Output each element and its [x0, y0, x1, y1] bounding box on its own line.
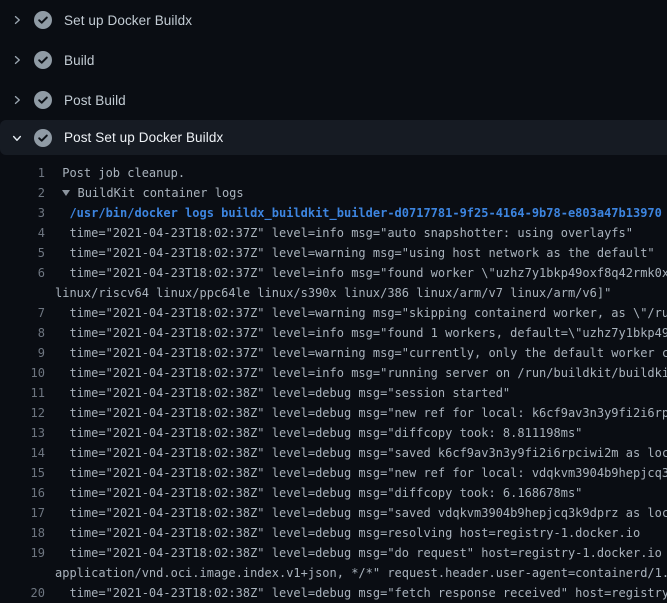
line-number[interactable]: 4	[0, 223, 45, 243]
log-text: time="2021-04-23T18:02:37Z" level=info m…	[55, 366, 667, 380]
line-number[interactable]: 19	[0, 543, 45, 563]
log-text: time="2021-04-23T18:02:37Z" level=warnin…	[55, 306, 667, 320]
log-text: time="2021-04-23T18:02:38Z" level=debug …	[55, 386, 510, 400]
line-number[interactable]: 15	[0, 463, 45, 483]
line-number[interactable]: 3	[0, 203, 45, 223]
line-number[interactable]: 18	[0, 523, 45, 543]
log-text: time="2021-04-23T18:02:38Z" level=debug …	[55, 526, 640, 540]
log-text: time="2021-04-23T18:02:37Z" level=info m…	[55, 326, 667, 340]
log-text: time="2021-04-23T18:02:38Z" level=debug …	[55, 586, 667, 600]
step-label: Post Set up Docker Buildx	[64, 130, 223, 145]
group-expanded-triangle-icon	[62, 190, 70, 196]
log-line[interactable]: 2 BuildKit container logs	[0, 183, 667, 203]
step-row-post-build[interactable]: Post Build	[0, 80, 667, 120]
line-number[interactable]: 10	[0, 363, 45, 383]
log-text: time="2021-04-23T18:02:37Z" level=info m…	[55, 226, 633, 240]
step-row-build[interactable]: Build	[0, 40, 667, 80]
chevron-right-icon	[10, 53, 24, 67]
log-line: 4 time="2021-04-23T18:02:37Z" level=info…	[0, 223, 667, 243]
check-circle-icon	[34, 51, 52, 69]
log-line: application/vnd.oci.image.index.v1+json,…	[0, 563, 667, 583]
line-number[interactable]: 5	[0, 243, 45, 263]
log-text: /usr/bin/docker logs buildx_buildkit_bui…	[55, 206, 662, 220]
log-line: 11 time="2021-04-23T18:02:38Z" level=deb…	[0, 383, 667, 403]
log-text: time="2021-04-23T18:02:37Z" level=info m…	[55, 266, 667, 280]
log-line: 10 time="2021-04-23T18:02:37Z" level=inf…	[0, 363, 667, 383]
log-line: 19 time="2021-04-23T18:02:38Z" level=deb…	[0, 543, 667, 563]
log-group-label: BuildKit container logs	[77, 186, 243, 200]
log-text: Post job cleanup.	[55, 166, 185, 180]
log-line: 7 time="2021-04-23T18:02:37Z" level=warn…	[0, 303, 667, 323]
line-number[interactable]: 17	[0, 503, 45, 523]
chevron-down-icon	[10, 131, 24, 145]
log-line: 17 time="2021-04-23T18:02:38Z" level=deb…	[0, 503, 667, 523]
line-number[interactable]: 11	[0, 383, 45, 403]
log-line: linux/riscv64 linux/ppc64le linux/s390x …	[0, 283, 667, 303]
log-line: 12 time="2021-04-23T18:02:38Z" level=deb…	[0, 403, 667, 423]
log-line: 15 time="2021-04-23T18:02:38Z" level=deb…	[0, 463, 667, 483]
line-number[interactable]: 8	[0, 323, 45, 343]
line-number[interactable]: 12	[0, 403, 45, 423]
log-text: linux/riscv64 linux/ppc64le linux/s390x …	[55, 286, 611, 300]
log-text: time="2021-04-23T18:02:38Z" level=debug …	[55, 506, 667, 520]
chevron-right-icon	[10, 93, 24, 107]
log-line: 1 Post job cleanup.	[0, 163, 667, 183]
line-number[interactable]: 6	[0, 263, 45, 283]
log-line: 13 time="2021-04-23T18:02:38Z" level=deb…	[0, 423, 667, 443]
log-line: 14 time="2021-04-23T18:02:38Z" level=deb…	[0, 443, 667, 463]
log-text: time="2021-04-23T18:02:38Z" level=debug …	[55, 486, 582, 500]
workflow-steps-list: Set up Docker Buildx Build Post Build Po…	[0, 0, 667, 155]
log-line: 18 time="2021-04-23T18:02:38Z" level=deb…	[0, 523, 667, 543]
log-line: 20 time="2021-04-23T18:02:38Z" level=deb…	[0, 583, 667, 603]
log-text: application/vnd.oci.image.index.v1+json,…	[55, 566, 667, 580]
step-row-post-set-up-docker-buildx[interactable]: Post Set up Docker Buildx	[0, 120, 667, 155]
step-label: Post Build	[64, 93, 126, 108]
line-number[interactable]: 7	[0, 303, 45, 323]
step-label: Build	[64, 53, 95, 68]
line-number[interactable]: 2	[0, 183, 45, 203]
line-number[interactable]: 14	[0, 443, 45, 463]
log-text: time="2021-04-23T18:02:38Z" level=debug …	[55, 466, 667, 480]
check-circle-icon	[34, 91, 52, 109]
log-lines: 1 Post job cleanup.2 BuildKit container …	[0, 155, 667, 603]
log-text: time="2021-04-23T18:02:37Z" level=warnin…	[55, 346, 667, 360]
line-number[interactable]: 13	[0, 423, 45, 443]
log-text: time="2021-04-23T18:02:37Z" level=warnin…	[55, 246, 655, 260]
log-text: time="2021-04-23T18:02:38Z" level=debug …	[55, 406, 667, 420]
log-text: time="2021-04-23T18:02:38Z" level=debug …	[55, 426, 582, 440]
line-number[interactable]: 9	[0, 343, 45, 363]
log-line: 9 time="2021-04-23T18:02:37Z" level=warn…	[0, 343, 667, 363]
log-line: 5 time="2021-04-23T18:02:37Z" level=warn…	[0, 243, 667, 263]
log-text: time="2021-04-23T18:02:38Z" level=debug …	[55, 546, 667, 560]
step-label: Set up Docker Buildx	[64, 13, 192, 28]
check-circle-icon	[34, 11, 52, 29]
log-line: 16 time="2021-04-23T18:02:38Z" level=deb…	[0, 483, 667, 503]
log-line: 6 time="2021-04-23T18:02:37Z" level=info…	[0, 263, 667, 283]
check-circle-icon	[34, 129, 52, 147]
chevron-right-icon	[10, 13, 24, 27]
line-number[interactable]: 1	[0, 163, 45, 183]
line-number[interactable]: 20	[0, 583, 45, 603]
log-text: time="2021-04-23T18:02:38Z" level=debug …	[55, 446, 667, 460]
log-line: 3 /usr/bin/docker logs buildx_buildkit_b…	[0, 203, 667, 223]
step-row-set-up-docker-buildx[interactable]: Set up Docker Buildx	[0, 0, 667, 40]
line-number[interactable]: 16	[0, 483, 45, 503]
log-text: BuildKit container logs	[55, 186, 244, 200]
log-line: 8 time="2021-04-23T18:02:37Z" level=info…	[0, 323, 667, 343]
